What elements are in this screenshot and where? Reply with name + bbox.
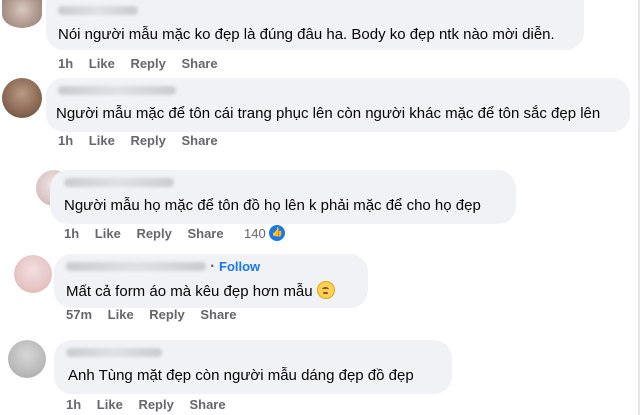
comment-actions: 57m Like Reply Share [66,307,248,322]
reaction-count: 140 [244,225,266,241]
like-button[interactable]: Like [108,307,134,322]
reply-button[interactable]: Reply [149,307,184,322]
commenter-avatar[interactable] [14,255,52,293]
share-button[interactable]: Share [181,56,217,71]
comment-text: Người mẫu mặc để tôn cái trang phục lên … [56,105,601,122]
comment-time[interactable]: 1h [64,226,79,241]
comment-bubble: · Follow Mất cả form áo mà kêu đẹp hơn m… [54,254,368,308]
blurred-author-name[interactable] [58,6,138,15]
reply-button[interactable]: Reply [130,56,165,71]
comment-actions: 1h Like Reply Share [58,133,230,148]
comment-bubble: Nói người mẫu mặc ko đẹp là đúng đâu ha.… [46,0,584,50]
comment-time[interactable]: 57m [66,307,92,322]
comment-actions: 1h Like Reply Share [66,397,238,412]
reply-button[interactable]: Reply [130,133,165,148]
blurred-author-name[interactable] [66,348,162,357]
like-button[interactable]: Like [97,397,123,412]
comment-actions: 1h Like Reply Share [64,226,236,241]
like-button[interactable]: Like [89,133,115,148]
share-button[interactable]: Share [200,307,236,322]
like-reaction-icon [268,225,285,241]
comment-text: Người mẫu họ mặc để tôn đồ họ lên k phải… [64,197,481,214]
comment-time[interactable]: 1h [58,133,73,148]
comment-bubble: Anh Tùng mặt đẹp còn người mẫu dáng đẹp … [54,340,452,394]
comment-text: Nói người mẫu mặc ko đẹp là đúng đâu ha.… [58,26,555,43]
reply-button[interactable]: Reply [138,397,173,412]
follow-button[interactable]: Follow [219,259,260,274]
comment-time[interactable]: 1h [66,397,81,412]
reply-button[interactable]: Reply [136,226,171,241]
comment-text-body: Mất cả form áo mà kêu đẹp hơn mẫu [66,283,313,300]
comment-bubble: Người mẫu họ mặc để tôn đồ họ lên k phải… [50,170,516,224]
commenter-avatar[interactable] [8,340,46,378]
comment-actions: 1h Like Reply Share [58,56,230,71]
reaction-summary[interactable]: 140 [244,225,285,241]
blurred-author-name[interactable] [64,178,174,187]
comment-text: Mất cả form áo mà kêu đẹp hơn mẫu [66,281,335,301]
commenter-avatar[interactable] [2,78,42,118]
comment-time[interactable]: 1h [58,56,73,71]
share-button[interactable]: Share [187,226,223,241]
like-button[interactable]: Like [95,226,121,241]
blurred-author-name[interactable] [58,86,176,95]
comment-text: Anh Tùng mặt đẹp còn người mẫu dáng đẹp … [68,367,414,384]
share-button[interactable]: Share [181,133,217,148]
like-button[interactable]: Like [89,56,115,71]
flushed-face-emoji-icon [316,281,335,299]
commenter-avatar[interactable] [2,0,42,28]
blurred-author-name[interactable] [66,262,206,271]
comment-bubble: Người mẫu mặc để tôn cái trang phục lên … [46,78,630,132]
separator-dot: · [210,258,216,275]
share-button[interactable]: Share [189,397,225,412]
